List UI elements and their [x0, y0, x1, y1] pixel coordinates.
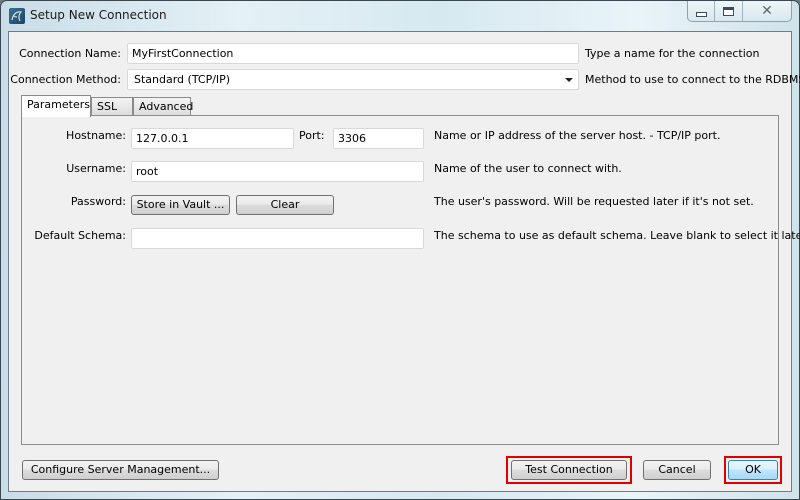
connection-name-input[interactable]: MyFirstConnection	[127, 43, 579, 64]
parameters-panel: Hostname: 127.0.0.1 Port: 3306 Name or I…	[21, 115, 800, 445]
username-input[interactable]: root	[131, 161, 424, 182]
dialog-body: Connection Name: MyFirstConnection Type …	[8, 31, 800, 492]
tab-ssl[interactable]: SSL	[91, 97, 133, 116]
hostname-input[interactable]: 127.0.0.1	[131, 128, 294, 149]
store-in-vault-button[interactable]: Store in Vault ...	[131, 195, 230, 215]
cancel-button[interactable]: Cancel	[643, 460, 711, 480]
connection-name-label: Connection Name:	[19, 47, 121, 60]
tab-advanced[interactable]: Advanced	[133, 97, 193, 116]
username-hint: Name of the user to connect with.	[434, 162, 622, 175]
maximize-icon	[723, 6, 735, 16]
title-bar[interactable]: Setup New Connection ✕	[1, 1, 799, 31]
connection-method-hint: Method to use to connect to the RDBMS	[585, 73, 800, 86]
default-schema-hint: The schema to use as default schema. Lea…	[434, 229, 800, 242]
close-icon: ✕	[761, 3, 773, 19]
minimize-icon	[695, 11, 707, 17]
default-schema-input[interactable]	[131, 228, 424, 249]
password-label: Password:	[70, 195, 126, 208]
password-hint: The user's password. Will be requested l…	[434, 195, 754, 208]
username-label: Username:	[66, 162, 126, 175]
window-controls: ✕	[687, 1, 792, 22]
window-title: Setup New Connection	[30, 8, 167, 22]
port-label: Port:	[299, 129, 325, 142]
hostname-label: Hostname:	[66, 129, 126, 142]
connection-name-hint: Type a name for the connection	[585, 47, 760, 60]
maximize-button[interactable]	[715, 1, 743, 21]
dropdown-arrow-icon	[565, 78, 573, 82]
connection-method-value: Standard (TCP/IP)	[134, 73, 231, 86]
connection-method-select[interactable]: Standard (TCP/IP)	[127, 69, 579, 90]
connection-method-label: Connection Method:	[10, 73, 121, 86]
setup-connection-window: Setup New Connection ✕ Connection Name: …	[0, 0, 800, 500]
default-schema-label: Default Schema:	[34, 229, 126, 242]
port-input[interactable]: 3306	[333, 128, 424, 149]
mysql-workbench-dolphin-icon	[9, 8, 25, 24]
close-button[interactable]: ✕	[743, 1, 791, 21]
ok-button[interactable]: OK	[728, 460, 778, 480]
test-connection-button[interactable]: Test Connection	[511, 460, 627, 480]
clear-password-button[interactable]: Clear	[236, 195, 334, 215]
tab-parameters[interactable]: Parameters	[21, 95, 91, 117]
minimize-button[interactable]	[688, 1, 716, 21]
configure-server-management-button[interactable]: Configure Server Management...	[22, 460, 219, 480]
hostname-hint: Name or IP address of the server host. -…	[434, 129, 721, 142]
